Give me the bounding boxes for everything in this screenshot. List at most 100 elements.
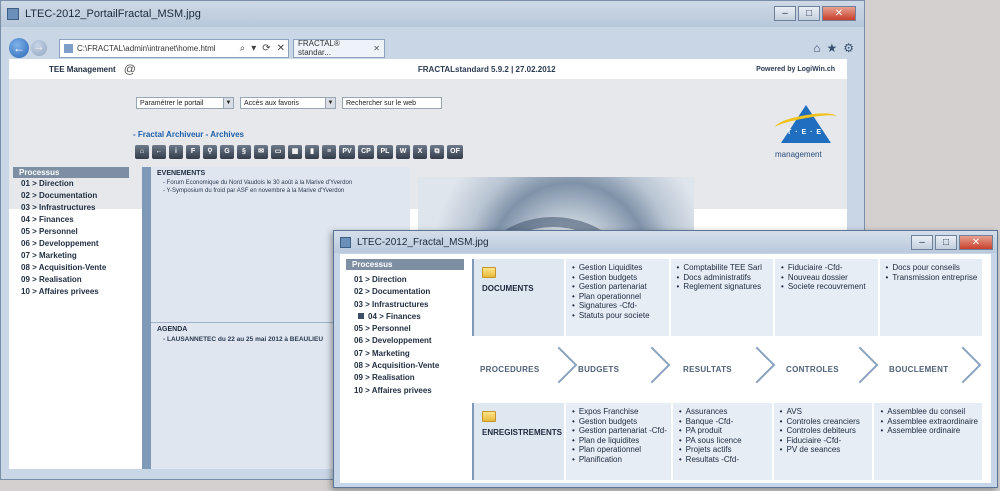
- minimize-button[interactable]: –: [911, 235, 933, 250]
- list-item[interactable]: Projets actifs: [679, 445, 768, 455]
- sidebar-item-developpement[interactable]: 06 > Developpement: [13, 238, 129, 250]
- list-item[interactable]: Plan operationnel: [572, 445, 667, 455]
- portal-settings-select[interactable]: Paramétrer le portail ▼: [136, 97, 234, 109]
- step-bouclement[interactable]: BOUCLEMENT: [879, 346, 982, 390]
- list-item[interactable]: Signatures -Cfd-: [572, 301, 665, 311]
- toolbar-pv-button[interactable]: PV: [339, 145, 355, 159]
- list-item[interactable]: Gestion partenariat -Cfd-: [572, 426, 667, 436]
- documents-folder[interactable]: DOCUMENTS: [472, 259, 564, 336]
- event-item[interactable]: - Forum Economique du Nord Vaudois le 30…: [151, 179, 410, 187]
- toolbar-list-icon[interactable]: ≡: [322, 145, 336, 159]
- toolbar-mail-icon[interactable]: ✉: [254, 145, 268, 159]
- sidebar-item-acquisition-vente[interactable]: 08 > Acquisition-Vente: [346, 360, 464, 372]
- sidebar-item-infrastructures[interactable]: 03 > Infrastructures: [13, 202, 129, 214]
- refresh-icon[interactable]: ⟳: [262, 43, 270, 54]
- sidebar-item-personnel[interactable]: 05 > Personnel: [346, 323, 464, 335]
- list-item[interactable]: Docs administratifs: [677, 273, 770, 283]
- list-item[interactable]: Plan de liquidites: [572, 436, 667, 446]
- enregistrements-folder[interactable]: ENREGISTREMENTS: [472, 403, 564, 480]
- list-item[interactable]: Reglement signatures: [677, 282, 770, 292]
- list-item[interactable]: PA sous licence: [679, 436, 768, 446]
- chevron-down-icon[interactable]: ▼: [223, 98, 233, 108]
- list-item[interactable]: Fiduciaire -Cfd-: [780, 436, 869, 446]
- search-icon[interactable]: ⌕: [240, 43, 246, 54]
- minimize-button[interactable]: –: [774, 6, 796, 21]
- toolbar-g-icon[interactable]: G: [220, 145, 234, 159]
- toolbar-chart-icon[interactable]: ▮: [305, 145, 319, 159]
- toolbar-word-icon[interactable]: W: [396, 145, 410, 159]
- stop-icon[interactable]: ✕: [277, 43, 285, 54]
- toolbar-cp-button[interactable]: CP: [358, 145, 374, 159]
- favorites-star-icon[interactable]: ★: [826, 41, 837, 55]
- toolbar-back-icon[interactable]: ←: [152, 145, 166, 159]
- list-item[interactable]: Transmission entreprise: [886, 273, 979, 283]
- url-field[interactable]: C:\FRACTAL\admin\intranet\home.html ⌕ ▾ …: [59, 38, 289, 58]
- toolbar-excel-icon[interactable]: X: [413, 145, 427, 159]
- sidebar-item-realisation[interactable]: 09 > Realisation: [346, 372, 464, 384]
- browser-tab[interactable]: FRACTAL® standar... ✕: [293, 38, 385, 58]
- sidebar-item-direction[interactable]: 01 > Direction: [13, 178, 129, 190]
- list-item[interactable]: Comptabilite TEE Sarl: [677, 263, 770, 273]
- dropdown-icon[interactable]: ▾: [251, 43, 256, 54]
- step-resultats[interactable]: RESULTATS: [671, 346, 776, 390]
- sidebar-item-finances[interactable]: 04 > Finances: [346, 311, 464, 323]
- list-item[interactable]: Docs pour conseils: [886, 263, 979, 273]
- email-at-icon[interactable]: @: [124, 62, 136, 76]
- list-item[interactable]: PA produit: [679, 426, 768, 436]
- sidebar-item-personnel[interactable]: 05 > Personnel: [13, 226, 129, 238]
- step-controles[interactable]: CONTROLES: [776, 346, 879, 390]
- sidebar-item-finances[interactable]: 04 > Finances: [13, 214, 129, 226]
- list-item[interactable]: Plan operationnel: [572, 292, 665, 302]
- maximize-button[interactable]: □: [798, 6, 820, 21]
- toolbar-copy-icon[interactable]: ⧉: [430, 145, 444, 159]
- toolbar-of-button[interactable]: OF: [447, 145, 463, 159]
- toolbar-key-icon[interactable]: ⚲: [203, 145, 217, 159]
- list-item[interactable]: Banque -Cfd-: [679, 417, 768, 427]
- sidebar-item-developpement[interactable]: 06 > Developpement: [346, 335, 464, 347]
- list-item[interactable]: Assemblee ordinaire: [880, 426, 978, 436]
- list-item[interactable]: Assurances: [679, 407, 768, 417]
- settings-gear-icon[interactable]: ⚙: [843, 41, 854, 55]
- sidebar-item-marketing[interactable]: 07 > Marketing: [13, 250, 129, 262]
- back-arrow-icon[interactable]: ←: [9, 38, 29, 58]
- list-item[interactable]: Gestion budgets: [572, 417, 667, 427]
- chevron-down-icon[interactable]: ▼: [325, 98, 335, 108]
- breadcrumb[interactable]: - Fractal Archiveur - Archives: [133, 130, 244, 139]
- list-item[interactable]: Nouveau dossier: [781, 273, 874, 283]
- sidebar-item-marketing[interactable]: 07 > Marketing: [346, 348, 464, 360]
- web-search-input[interactable]: Rechercher sur le web: [342, 97, 442, 109]
- toolbar-info-icon[interactable]: i: [169, 145, 183, 159]
- step-procedures[interactable]: PROCEDURES: [472, 346, 578, 390]
- toolbar-pl-button[interactable]: PL: [377, 145, 393, 159]
- event-item[interactable]: - Y-Symposium du froid par ASF en novemb…: [151, 187, 410, 195]
- maximize-button[interactable]: □: [935, 235, 957, 250]
- powered-by-link[interactable]: Powered by LogiWin.ch: [756, 66, 835, 73]
- list-item[interactable]: Statuts pour societe: [572, 311, 665, 321]
- list-item[interactable]: Gestion Liquidites: [572, 263, 665, 273]
- tab-close-icon[interactable]: ✕: [373, 44, 380, 53]
- sidebar-item-infrastructures[interactable]: 03 > Infrastructures: [346, 299, 464, 311]
- toolbar-screen-icon[interactable]: ▭: [271, 145, 285, 159]
- list-item[interactable]: Gestion partenariat: [572, 282, 665, 292]
- sidebar-item-documentation[interactable]: 02 > Documentation: [346, 286, 464, 298]
- sidebar-item-acquisition-vente[interactable]: 08 > Acquisition-Vente: [13, 262, 129, 274]
- favorites-select[interactable]: Accès aux favoris ▼: [240, 97, 336, 109]
- list-item[interactable]: Resultats -Cfd-: [679, 455, 768, 465]
- list-item[interactable]: Fiduciaire -Cfd-: [781, 263, 874, 273]
- sidebar-item-affaires-privees[interactable]: 10 > Affaires privees: [13, 286, 129, 298]
- list-item[interactable]: Controles creanciers: [780, 417, 869, 427]
- close-button[interactable]: ✕: [959, 235, 993, 250]
- list-item[interactable]: Controles debiteurs: [780, 426, 869, 436]
- close-button[interactable]: ✕: [822, 6, 856, 21]
- list-item[interactable]: AVS: [780, 407, 869, 417]
- sidebar-item-documentation[interactable]: 02 > Documentation: [13, 190, 129, 202]
- sidebar-item-realisation[interactable]: 09 > Realisation: [13, 274, 129, 286]
- list-item[interactable]: Planification: [572, 455, 667, 465]
- toolbar-grid-icon[interactable]: ▦: [288, 145, 302, 159]
- sidebar-item-affaires-privees[interactable]: 10 > Affaires privees: [346, 385, 464, 397]
- list-item[interactable]: Assemblee du conseil: [880, 407, 978, 417]
- list-item[interactable]: Societe recouvrement: [781, 282, 874, 292]
- home-icon[interactable]: ⌂: [813, 41, 820, 55]
- step-budgets[interactable]: BUDGETS: [564, 346, 671, 390]
- toolbar-home-icon[interactable]: ⌂: [135, 145, 149, 159]
